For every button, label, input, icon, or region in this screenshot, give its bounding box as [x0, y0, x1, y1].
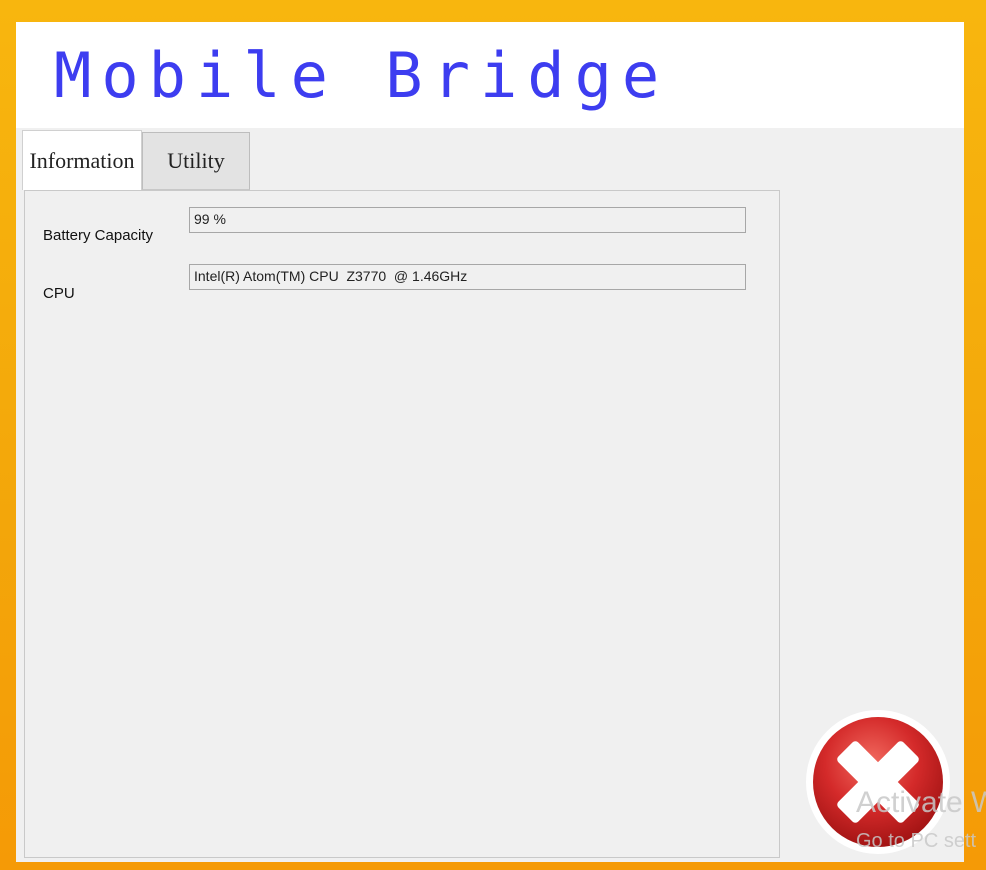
- activate-watermark-subtitle: Go to PC sett: [856, 830, 977, 852]
- app-banner: Mobile Bridge: [16, 22, 964, 128]
- cpu-field[interactable]: Intel(R) Atom(TM) CPU Z3770 @ 1.46GHz: [189, 264, 746, 290]
- information-panel: Battery Capacity 99 % CPU Intel(R) Atom(…: [24, 190, 780, 858]
- cpu-label: CPU: [43, 285, 75, 302]
- tab-utility[interactable]: Utility: [142, 132, 250, 190]
- battery-capacity-field[interactable]: 99 %: [189, 207, 746, 233]
- activate-watermark-title: Activate W: [856, 786, 986, 819]
- app-title: Mobile Bridge: [54, 39, 670, 112]
- battery-capacity-label: Battery Capacity: [43, 227, 154, 244]
- tab-information[interactable]: Information: [22, 130, 142, 190]
